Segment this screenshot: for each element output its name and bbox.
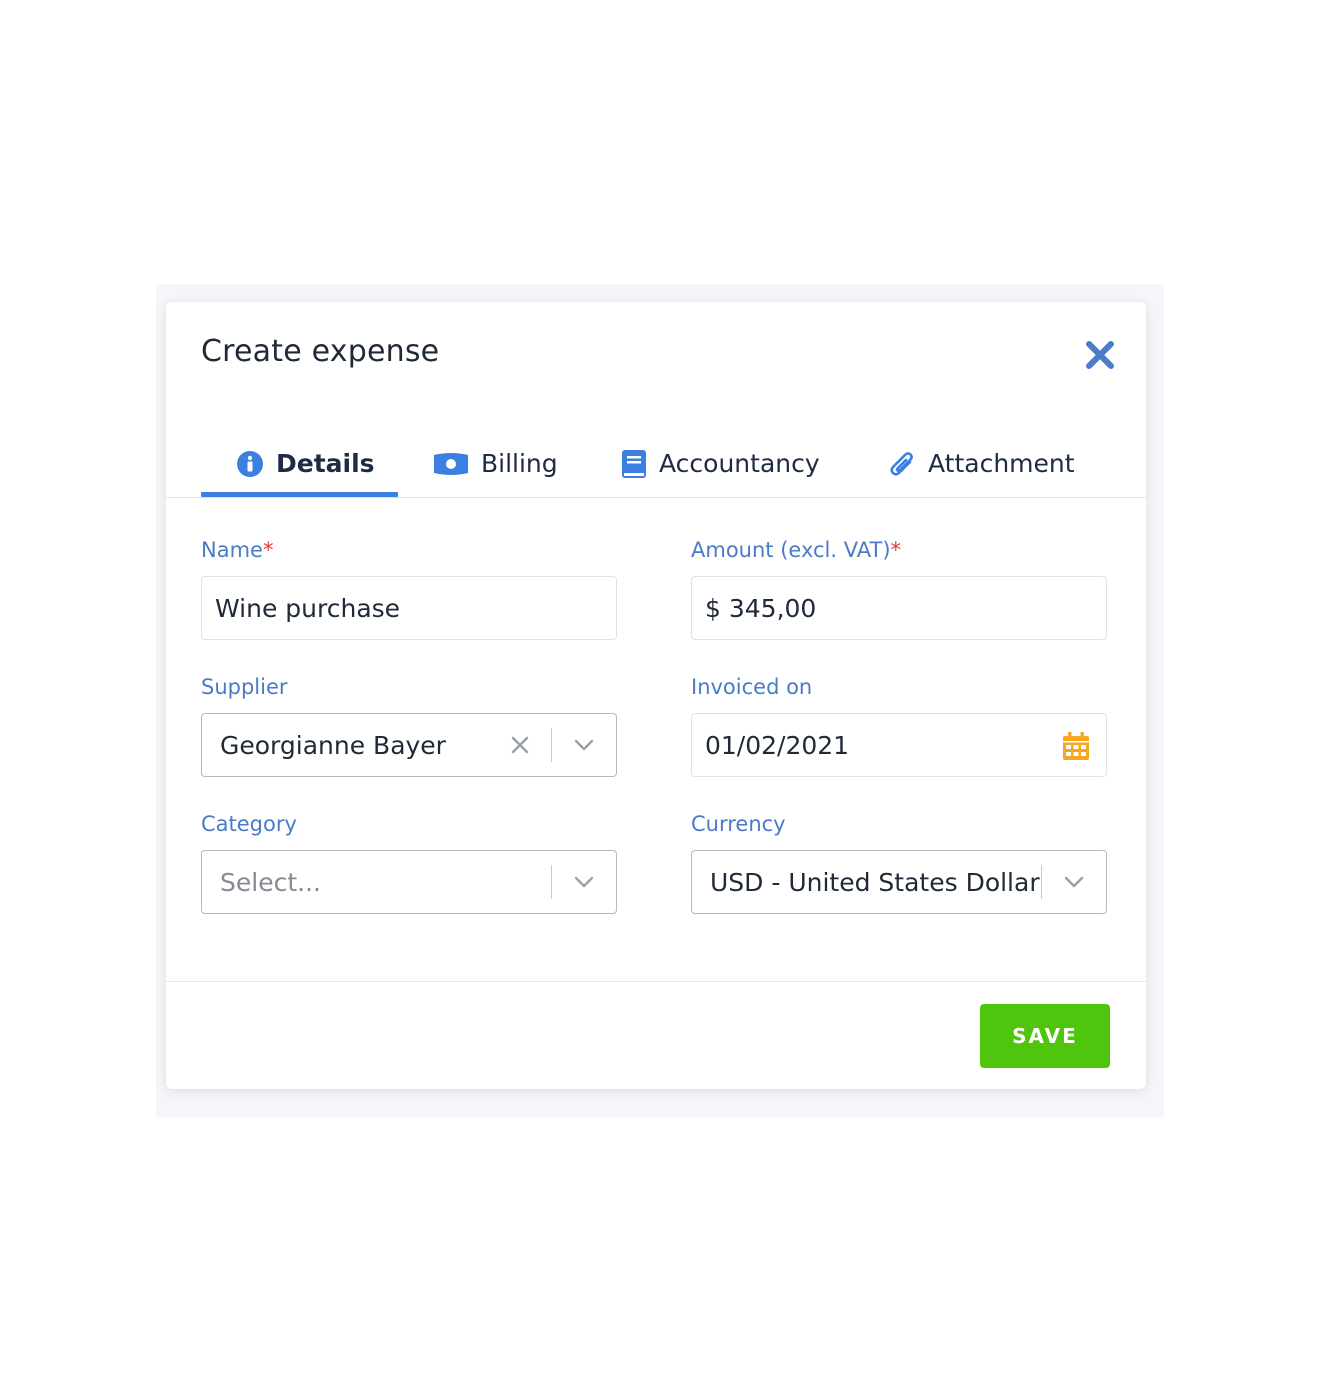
tab-bar: Details Billing Accountancy Attachment (166, 430, 1146, 498)
invoiced-on-value: 01/02/2021 (705, 730, 850, 760)
required-mark: * (262, 538, 274, 562)
active-tab-indicator (201, 492, 398, 497)
tab-attachment[interactable]: Attachment (888, 430, 1075, 497)
chevron-down-icon (1064, 876, 1084, 888)
name-label: Name* (201, 538, 274, 562)
required-mark: * (890, 538, 902, 562)
close-button[interactable] (1080, 335, 1120, 375)
chevron-down-icon (574, 876, 594, 888)
supplier-dropdown-toggle[interactable] (552, 713, 616, 777)
tab-billing-label: Billing (481, 449, 558, 478)
paperclip-icon (890, 451, 913, 476)
chevron-down-icon (574, 739, 594, 751)
book-icon (622, 449, 646, 478)
footer-divider (166, 981, 1146, 982)
invoiced-on-label: Invoiced on (691, 675, 813, 699)
info-circle-icon (237, 450, 263, 477)
name-value: Wine purchase (215, 593, 401, 623)
category-select[interactable]: Select... (201, 850, 617, 914)
calendar-icon[interactable] (1062, 731, 1090, 761)
currency-value: USD - United States Dollar (710, 867, 1040, 897)
currency-label: Currency (691, 812, 786, 836)
supplier-label: Supplier (201, 675, 288, 699)
amount-value: $ 345,00 (705, 593, 817, 623)
category-dropdown-toggle[interactable] (552, 850, 616, 914)
clear-icon (511, 736, 529, 754)
currency-dropdown-toggle[interactable] (1042, 850, 1106, 914)
amount-label: Amount (excl. VAT)* (691, 538, 902, 562)
tab-details[interactable]: Details (236, 430, 375, 497)
close-icon (1086, 341, 1114, 369)
invoiced-on-input[interactable]: 01/02/2021 (691, 713, 1107, 777)
amount-input[interactable]: $ 345,00 (691, 576, 1107, 640)
clear-supplier-button[interactable] (507, 732, 533, 758)
money-bill-icon (434, 452, 468, 475)
save-button[interactable]: SAVE (980, 1004, 1110, 1068)
tab-details-label: Details (276, 449, 375, 478)
tab-accountancy[interactable]: Accountancy (621, 430, 820, 497)
create-expense-dialog: Create expense Details Billing Accountan… (166, 302, 1146, 1089)
tab-attachment-label: Attachment (928, 449, 1075, 478)
supplier-select[interactable]: Georgianne Bayer (201, 713, 617, 777)
tab-billing[interactable]: Billing (433, 430, 558, 497)
category-placeholder: Select... (220, 867, 321, 897)
name-input[interactable]: Wine purchase (201, 576, 617, 640)
dialog-title: Create expense (201, 334, 440, 369)
supplier-value: Georgianne Bayer (220, 730, 446, 760)
category-label: Category (201, 812, 297, 836)
tab-accountancy-label: Accountancy (659, 449, 820, 478)
currency-select[interactable]: USD - United States Dollar (691, 850, 1107, 914)
